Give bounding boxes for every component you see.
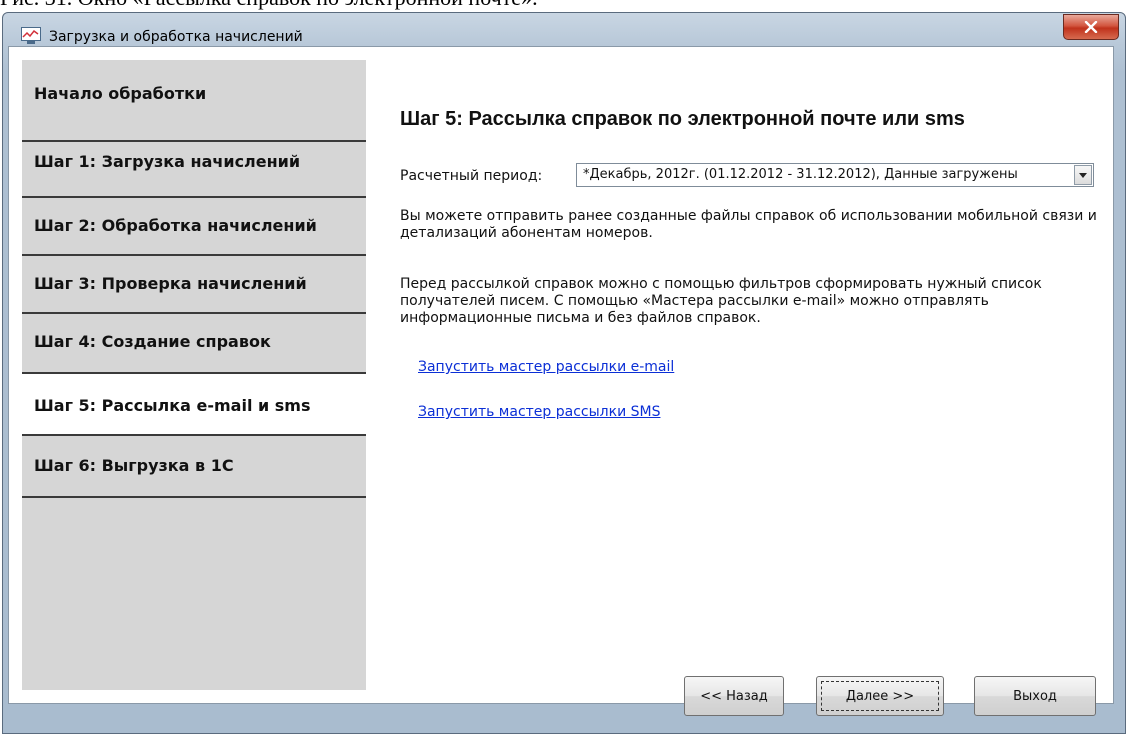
period-dropdown-button[interactable] bbox=[1074, 165, 1092, 185]
nav-item-step3[interactable]: Шаг 3: Проверка начислений bbox=[22, 256, 366, 314]
step-heading: Шаг 5: Рассылка справок по электронной п… bbox=[400, 108, 965, 130]
intro-text: Вы можете отправить ранее созданные файл… bbox=[400, 208, 1097, 241]
document-caption: Рис. 31. Окно «Рассылка справок по элект… bbox=[0, 0, 1128, 10]
back-button[interactable]: << Назад bbox=[684, 676, 784, 716]
steps-sidebar: Начало обработки Шаг 1: Загрузка начисле… bbox=[22, 60, 366, 690]
email-wizard-link[interactable]: Запустить мастер рассылки e-mail bbox=[418, 359, 674, 375]
window-title: Загрузка и обработка начислений bbox=[49, 29, 303, 45]
nav-item-start[interactable]: Начало обработки bbox=[22, 60, 366, 142]
nav-item-step4[interactable]: Шаг 4: Создание справок bbox=[22, 314, 366, 374]
nav-item-label: Шаг 6: Выгрузка в 1С bbox=[34, 456, 234, 475]
period-select-value: *Декабрь, 2012г. (01.12.2012 - 31.12.201… bbox=[583, 167, 1018, 182]
filter-hint-text: Перед рассылкой справок можно с помощью … bbox=[400, 276, 1042, 326]
chevron-down-icon bbox=[1079, 172, 1087, 178]
step-content: Шаг 5: Рассылка справок по электронной п… bbox=[366, 60, 1104, 690]
nav-item-label: Шаг 2: Обработка начислений bbox=[34, 216, 317, 235]
focus-ring bbox=[821, 681, 939, 711]
nav-item-step5[interactable]: Шаг 5: Рассылка e-mail и sms bbox=[22, 374, 366, 436]
nav-item-label: Шаг 5: Рассылка e-mail и sms bbox=[34, 396, 311, 415]
nav-item-label: Начало обработки bbox=[34, 84, 207, 103]
close-icon bbox=[1084, 21, 1098, 33]
exit-button[interactable]: Выход bbox=[974, 676, 1096, 716]
nav-item-step2[interactable]: Шаг 2: Обработка начислений bbox=[22, 198, 366, 256]
period-label: Расчетный период: bbox=[400, 168, 543, 184]
nav-item-step6[interactable]: Шаг 6: Выгрузка в 1С bbox=[22, 436, 366, 498]
close-button[interactable] bbox=[1063, 14, 1119, 40]
nav-item-label: Шаг 1: Загрузка начислений bbox=[34, 152, 301, 171]
sms-wizard-link[interactable]: Запустить мастер рассылки SMS bbox=[418, 404, 660, 420]
period-select[interactable]: *Декабрь, 2012г. (01.12.2012 - 31.12.201… bbox=[576, 163, 1094, 187]
nav-item-step1[interactable]: Шаг 1: Загрузка начислений bbox=[22, 142, 366, 198]
next-button[interactable]: Далее >> bbox=[816, 676, 944, 716]
exit-button-label: Выход bbox=[1013, 688, 1057, 704]
chart-app-icon bbox=[21, 27, 41, 44]
nav-item-label: Шаг 3: Проверка начислений bbox=[34, 274, 307, 293]
back-button-label: << Назад bbox=[700, 688, 768, 704]
nav-item-label: Шаг 4: Создание справок bbox=[34, 332, 271, 351]
